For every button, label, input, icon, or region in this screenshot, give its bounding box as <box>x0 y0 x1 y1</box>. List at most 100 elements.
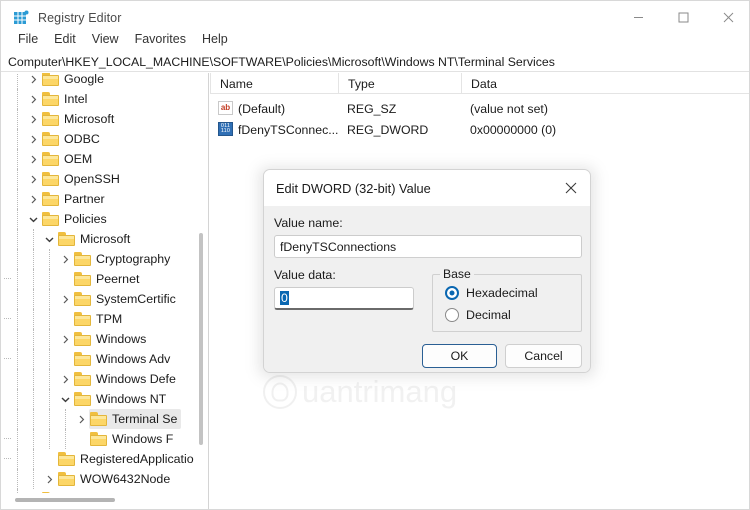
tree-item-terminal-se[interactable]: Terminal Se <box>1 409 200 429</box>
tree-guide-line <box>49 409 50 429</box>
tree-guide-line <box>33 349 34 369</box>
chevron-down-icon[interactable] <box>25 209 41 229</box>
tree-item-microsoft[interactable]: Microsoft <box>1 229 200 249</box>
tree-item-partner[interactable]: Partner <box>1 189 200 209</box>
chevron-right-icon[interactable] <box>25 89 41 109</box>
folder-icon <box>58 452 75 466</box>
tree-indent-spacer <box>1 409 73 429</box>
radio-hexadecimal[interactable]: Hexadecimal <box>445 286 538 300</box>
tree-vertical-scrollbar[interactable] <box>195 73 206 493</box>
chevron-right-icon[interactable] <box>57 289 73 309</box>
tree-item-windows[interactable]: Windows <box>1 329 200 349</box>
tree-item-windows-adv[interactable]: Windows Adv <box>1 349 200 369</box>
tree-guide-line <box>49 329 50 349</box>
column-header-data[interactable]: Data <box>461 73 749 94</box>
tree-item-registeredapplicatio[interactable]: RegisteredApplicatio <box>1 449 200 469</box>
folder-icon <box>42 92 59 106</box>
tree-leaf-spacer <box>4 309 73 329</box>
tree-item-peernet[interactable]: Peernet <box>1 269 200 289</box>
tree-item-systemcertific[interactable]: SystemCertific <box>1 289 200 309</box>
tree-guide-line <box>17 389 18 409</box>
tree-item-cryptography[interactable]: Cryptography <box>1 249 200 269</box>
tree-item-label: Windows Defe <box>96 372 176 386</box>
chevron-right-icon[interactable] <box>25 489 41 493</box>
value-name-input[interactable]: fDenyTSConnections <box>274 235 582 258</box>
menu-item-favorites[interactable]: Favorites <box>127 30 194 48</box>
menu-item-file[interactable]: File <box>10 30 46 48</box>
column-header-name[interactable]: Name <box>210 73 338 94</box>
tree-item-content: Windows <box>73 329 150 349</box>
menu-item-view[interactable]: View <box>84 30 127 48</box>
tree-item-odbc[interactable]: ODBC <box>1 129 200 149</box>
tree-item-label: OpenSSH <box>64 172 120 186</box>
tree-guide-line <box>17 289 18 309</box>
folder-icon <box>90 432 107 446</box>
chevron-right-icon[interactable] <box>41 469 57 489</box>
menu-item-help[interactable]: Help <box>194 30 236 48</box>
tree-indent-spacer <box>1 189 25 209</box>
column-header-type[interactable]: Type <box>338 73 461 94</box>
ok-button[interactable]: OK <box>422 344 497 368</box>
tree-item-google[interactable]: Google <box>1 73 200 89</box>
tree-item-wow6432node[interactable]: WOW6432Node <box>1 469 200 489</box>
tree-item-windows-defe[interactable]: Windows Defe <box>1 369 200 389</box>
registry-tree[interactable]: Google Intel Microsoft ODBC OEM OpenSSH Partne… <box>1 73 200 493</box>
tree-guide-line <box>33 249 34 269</box>
tree-indent-spacer <box>1 489 25 493</box>
chevron-right-icon[interactable] <box>25 109 41 129</box>
chevron-down-icon[interactable] <box>57 389 73 409</box>
cancel-button[interactable]: Cancel <box>505 344 582 368</box>
chevron-right-icon[interactable] <box>25 169 41 189</box>
tree-guide-line <box>17 349 18 369</box>
folder-icon <box>42 112 59 126</box>
folder-icon <box>74 252 91 266</box>
chevron-right-icon[interactable] <box>73 409 89 429</box>
tree-guide-line <box>49 269 50 289</box>
tree-item-system[interactable]: SYSTEM <box>1 489 200 493</box>
folder-icon <box>42 192 59 206</box>
radio-decimal-label: Decimal <box>466 308 511 322</box>
tree-guide-line <box>65 429 66 449</box>
table-row[interactable]: ab (Default) REG_SZ (value not set) <box>210 99 749 118</box>
chevron-right-icon[interactable] <box>25 149 41 169</box>
edit-dword-dialog: Edit DWORD (32-bit) Value Value name: fD… <box>263 169 591 373</box>
tree-item-microsoft[interactable]: Microsoft <box>1 109 200 129</box>
chevron-right-icon[interactable] <box>57 369 73 389</box>
tree-guide-line <box>49 349 50 369</box>
chevron-right-icon[interactable] <box>57 249 73 269</box>
tree-guide-line <box>33 369 34 389</box>
window-title: Registry Editor <box>38 10 122 25</box>
tree-horizontal-scrollbar[interactable] <box>1 494 200 505</box>
tree-guide-line <box>33 429 34 449</box>
tree-item-windows-f[interactable]: Windows F <box>1 429 200 449</box>
tree-item-windows-nt[interactable]: Windows NT <box>1 389 200 409</box>
tree-guide-line <box>17 269 18 289</box>
tree-item-tpm[interactable]: TPM <box>1 309 200 329</box>
tree-indent-spacer <box>1 73 25 89</box>
table-row[interactable]: 011 110 fDenyTSConnec... REG_DWORD 0x0000… <box>210 120 749 139</box>
chevron-right-icon[interactable] <box>25 129 41 149</box>
tree-item-content: Terminal Se <box>89 409 182 429</box>
tree-item-openssh[interactable]: OpenSSH <box>1 169 200 189</box>
tree-item-label: RegisteredApplicatio <box>80 452 194 466</box>
tree-item-policies[interactable]: Policies <box>1 209 200 229</box>
menu-item-edit[interactable]: Edit <box>46 30 84 48</box>
address-bar[interactable]: Computer\HKEY_LOCAL_MACHINE\SOFTWARE\Pol… <box>1 52 749 72</box>
chevron-right-icon[interactable] <box>25 73 41 89</box>
tree-guide-line <box>49 429 50 449</box>
tree-item-oem[interactable]: OEM <box>1 149 200 169</box>
value-data-input[interactable]: 0 <box>274 287 414 310</box>
tree-guide-line <box>17 449 18 469</box>
chevron-right-icon[interactable] <box>25 189 41 209</box>
radio-decimal[interactable]: Decimal <box>445 308 511 322</box>
tree-guide-line <box>65 409 66 429</box>
close-icon[interactable] <box>550 170 590 206</box>
tree-item-intel[interactable]: Intel <box>1 89 200 109</box>
dialog-body: Value name: fDenyTSConnections Value dat… <box>264 206 590 372</box>
chevron-right-icon[interactable] <box>57 329 73 349</box>
tree-indent-spacer <box>1 469 41 489</box>
chevron-down-icon[interactable] <box>41 229 57 249</box>
tree-indent-spacer <box>1 449 41 469</box>
tree-guide-line <box>33 329 34 349</box>
tree-guide-stub <box>4 458 11 459</box>
